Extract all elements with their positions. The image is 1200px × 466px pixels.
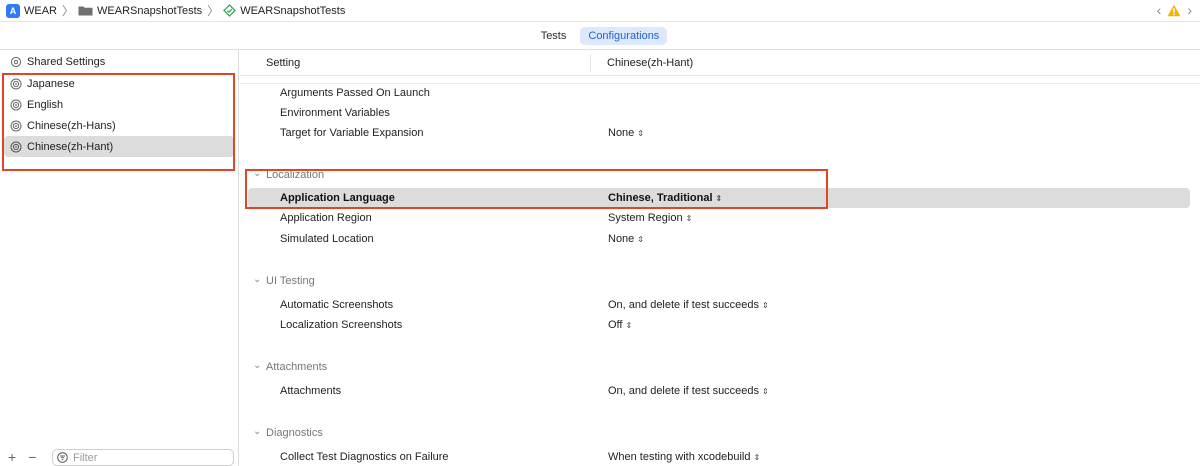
filter-icon (57, 452, 68, 463)
warning-icon[interactable] (1167, 4, 1181, 17)
setting-name: Attachments (280, 385, 342, 397)
setting-name: Environment Variables (280, 107, 390, 119)
chevron-down-icon: ⌄ (253, 426, 262, 437)
updown-chevron-icon: ⇕ (637, 234, 644, 244)
table-row[interactable]: Automatic Screenshots On, and delete if … (240, 295, 1200, 315)
setting-value-popup[interactable]: None ⇕ (608, 233, 644, 245)
sidebar-item-shared-settings[interactable]: Shared Settings (0, 51, 239, 72)
table-row[interactable]: Arguments Passed On Launch (240, 83, 1200, 103)
remove-configuration-button[interactable]: − (28, 450, 36, 464)
table-row[interactable]: Target for Variable Expansion None ⇕ (240, 123, 1200, 143)
setting-value: When testing with xcodebuild (608, 451, 751, 463)
setting-value: None (608, 127, 635, 139)
column-header-value[interactable]: Chinese(zh-Hant) (607, 57, 693, 69)
setting-name: Application Region (280, 212, 372, 224)
setting-value: System Region (608, 212, 683, 224)
back-chevron-icon[interactable]: ‹ (1157, 3, 1162, 17)
setting-value-popup[interactable]: Off ⇕ (608, 319, 632, 331)
updown-chevron-icon: ⇕ (762, 300, 769, 310)
tab-bar: Tests Configurations (0, 22, 1200, 50)
setting-value-popup[interactable]: System Region ⇕ (608, 212, 692, 224)
column-header-setting[interactable]: Setting (266, 57, 300, 69)
setting-value-popup[interactable]: On, and delete if test succeeds ⇕ (608, 385, 769, 397)
setting-name: Localization Screenshots (280, 319, 403, 331)
setting-value: On, and delete if test succeeds (608, 299, 760, 311)
table-row[interactable]: Attachments On, and delete if test succe… (240, 381, 1200, 401)
section-attachments[interactable]: ⌄ Attachments (240, 357, 1200, 377)
setting-value-popup[interactable]: When testing with xcodebuild ⇕ (608, 451, 760, 463)
updown-chevron-icon: ⇕ (625, 320, 633, 330)
chevron-right-icon: 〉 (207, 4, 220, 18)
section-diagnostics[interactable]: ⌄ Diagnostics (240, 423, 1200, 443)
updown-chevron-icon: ⇕ (637, 128, 644, 138)
setting-name: Arguments Passed On Launch (280, 87, 430, 99)
folder-icon (78, 6, 93, 16)
updown-chevron-icon: ⇕ (685, 213, 693, 223)
filter-placeholder: Filter (73, 451, 98, 464)
table-row[interactable]: Simulated Location None ⇕ (240, 229, 1200, 249)
annotation-highlight-box (2, 73, 235, 171)
table-row[interactable]: Localization Screenshots Off ⇕ (240, 315, 1200, 335)
section-title: UI Testing (266, 275, 315, 287)
configurations-sidebar: Shared Settings Japanese English Chinese… (0, 50, 239, 466)
tab-configurations[interactable]: Configurations (580, 26, 668, 45)
updown-chevron-icon: ⇕ (762, 386, 769, 396)
breadcrumb-target[interactable]: WEARSnapshotTests (223, 4, 345, 17)
filter-field[interactable]: Filter (52, 449, 234, 466)
add-configuration-button[interactable]: + (8, 450, 16, 464)
setting-name: Automatic Screenshots (280, 299, 394, 311)
breadcrumb-folder[interactable]: WEARSnapshotTests (78, 5, 202, 17)
setting-value: None (608, 233, 635, 245)
setting-value-popup[interactable]: On, and delete if test succeeds ⇕ (608, 299, 769, 311)
table-row[interactable]: Collect Test Diagnostics on Failure When… (240, 447, 1200, 466)
breadcrumb-target-label: WEARSnapshotTests (240, 4, 346, 17)
setting-name: Collect Test Diagnostics on Failure (280, 451, 449, 463)
app-icon: A (6, 3, 20, 18)
table-row[interactable]: Application Region System Region ⇕ (240, 208, 1200, 228)
chevron-right-icon: 〉 (62, 4, 75, 18)
breadcrumb-folder-label: WEARSnapshotTests (97, 4, 203, 17)
setting-value: Off (608, 319, 623, 331)
setting-name: Simulated Location (280, 233, 374, 245)
chevron-down-icon: ⌄ (253, 360, 262, 371)
setting-name: Target for Variable Expansion (280, 127, 424, 139)
setting-value-popup[interactable]: None ⇕ (608, 127, 644, 139)
table-header: Setting Chinese(zh-Hant) (240, 50, 1200, 76)
breadcrumb: A WEAR 〉 WEARSnapshotTests 〉 WEARSnapsho… (0, 0, 1200, 22)
section-ui-testing[interactable]: ⌄ UI Testing (240, 271, 1200, 291)
section-title: Diagnostics (266, 427, 323, 439)
column-divider (590, 54, 591, 72)
nav-controls: ‹ › (1157, 3, 1192, 17)
table-row[interactable]: Environment Variables (240, 103, 1200, 123)
test-diamond-icon (223, 4, 237, 17)
updown-chevron-icon: ⇕ (753, 452, 761, 462)
annotation-highlight-box (245, 169, 828, 209)
gear-icon (10, 56, 22, 67)
tab-tests[interactable]: Tests (533, 27, 575, 45)
breadcrumb-project-label: WEAR (24, 4, 57, 17)
breadcrumb-project[interactable]: A WEAR (6, 3, 57, 18)
forward-chevron-icon[interactable]: › (1187, 3, 1192, 17)
sidebar-footer: + − Filter (0, 448, 239, 466)
section-title: Attachments (266, 361, 328, 373)
settings-table: Setting Chinese(zh-Hant) Arguments Passe… (240, 50, 1200, 466)
setting-value: On, and delete if test succeeds (608, 385, 760, 397)
sidebar-item-label: Shared Settings (27, 55, 106, 68)
chevron-down-icon: ⌄ (253, 274, 262, 285)
